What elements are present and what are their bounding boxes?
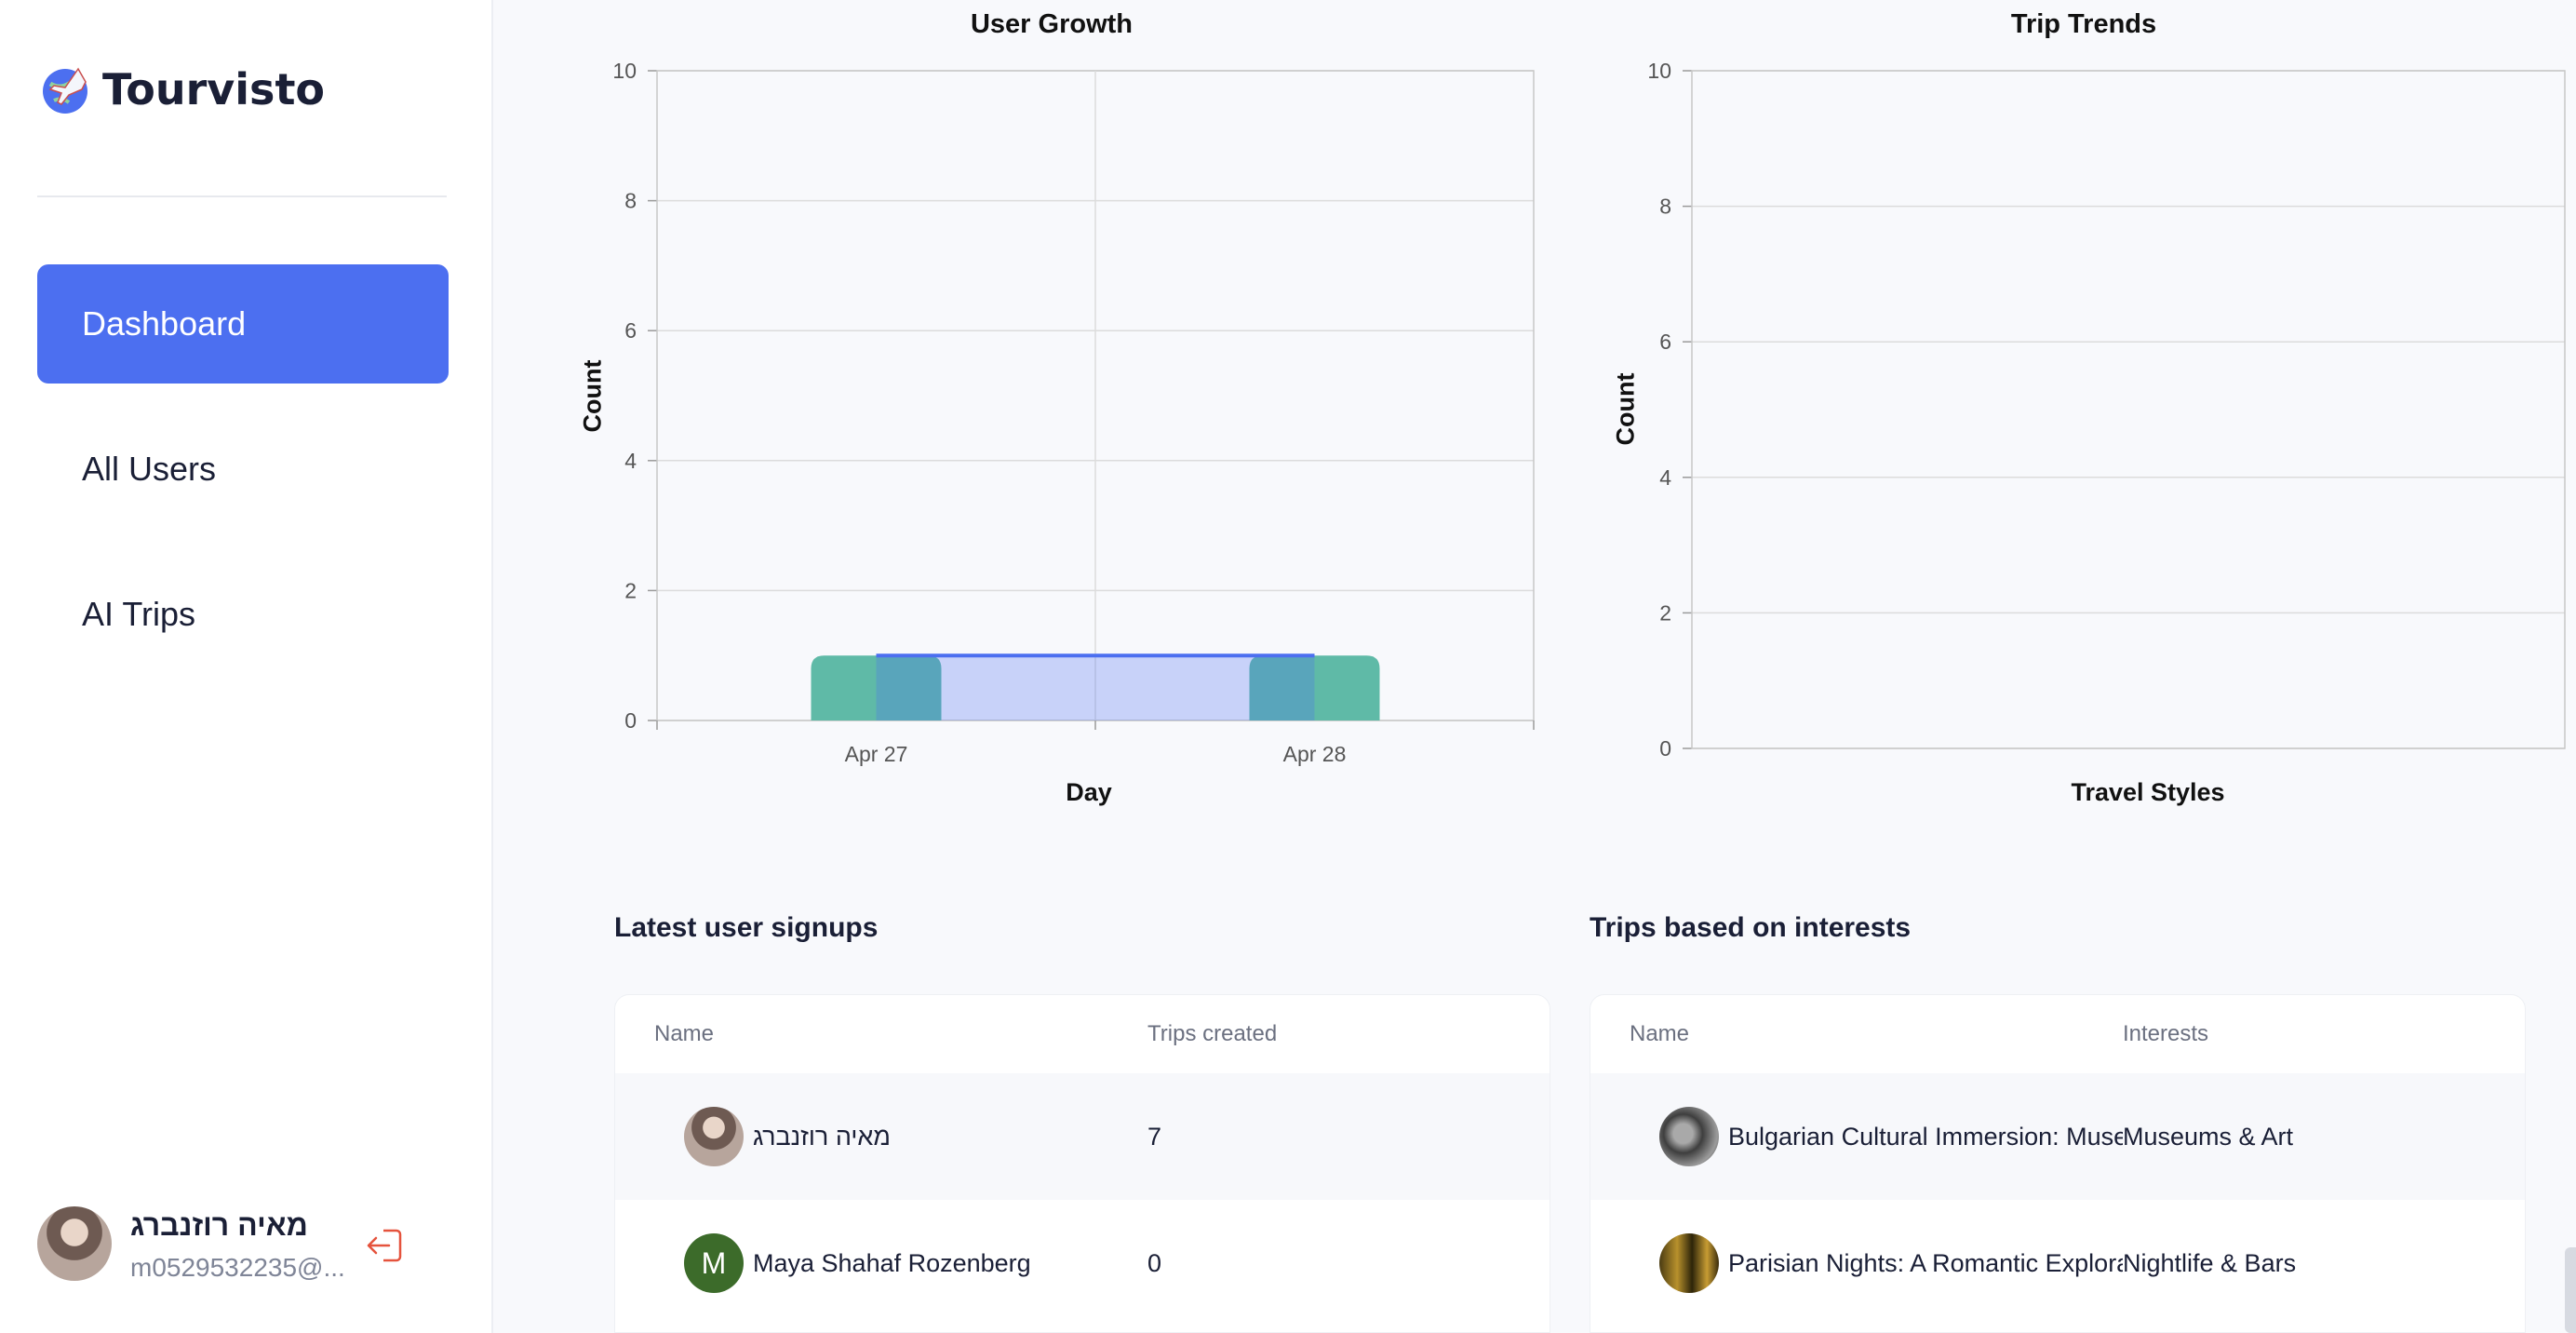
column-header-name[interactable]: Name	[1590, 1021, 2123, 1047]
interest-value: Nightlife & Bars	[2123, 1248, 2297, 1277]
y-axis-label: Count	[578, 359, 607, 433]
interest-value: Museums & Art	[2123, 1122, 2294, 1151]
y-tick-label: 4	[1659, 465, 1671, 490]
brand[interactable]: Tourvisto	[37, 61, 325, 117]
y-axis-label: Count	[1611, 372, 1640, 446]
brand-name: Tourvisto	[102, 64, 326, 114]
avatar[interactable]	[37, 1206, 112, 1281]
logout-icon[interactable]	[365, 1225, 406, 1266]
sidebar-item-label: All Users	[82, 450, 217, 488]
trips-created-value: 0	[1147, 1248, 1162, 1277]
y-tick-label: 6	[1659, 330, 1671, 354]
trip-thumbnail	[1659, 1233, 1719, 1293]
signups-section-title: Latest user signups	[614, 912, 879, 943]
user-growth-chart: User Growth 0 2 4 6 8 10 Apr 27 Apr 28 Count Da…	[558, 0, 1545, 819]
sidebar-item-dashboard[interactable]: Dashboard	[37, 264, 449, 384]
sidebar-item-label: AI Trips	[82, 595, 196, 633]
x-axis-label: Day	[1066, 778, 1112, 806]
user-growth-plot: 0 2 4 6 8 10 Apr 27 Apr 28	[612, 59, 1535, 766]
trip-trends-plot: 0 2 4 6 8 10	[1647, 59, 2566, 761]
y-tick-label: 6	[624, 318, 637, 343]
avatar	[684, 1107, 744, 1166]
plot-frame	[1691, 70, 2566, 749]
y-tick-label: 2	[1659, 600, 1671, 625]
sidebar-item-label: Dashboard	[82, 304, 247, 343]
trip-thumbnail	[1659, 1107, 1719, 1166]
trip-name: Parisian Nights: A Romantic Exploration	[1728, 1248, 2123, 1277]
trip-trends-chart: Trip Trends 0 2 4 6 8 10 Count Travel Styles	[1591, 0, 2576, 819]
sidebar-nav: Dashboard All Users AI Trips	[37, 264, 449, 700]
y-tick-label: 2	[624, 578, 637, 602]
y-tick-label: 10	[612, 59, 637, 83]
trips-section-title: Trips based on interests	[1590, 912, 1912, 943]
sidebar-item-ai-trips[interactable]: AI Trips	[37, 555, 449, 674]
y-tick-label: 8	[1659, 195, 1671, 219]
trip-name: Bulgarian Cultural Immersion: Museums an…	[1728, 1122, 2123, 1151]
column-header-name[interactable]: Name	[615, 1021, 1147, 1047]
y-tick-label: 0	[1659, 736, 1671, 761]
x-axis-label: Travel Styles	[2071, 778, 2225, 806]
area-fill	[876, 655, 1315, 720]
scrollbar[interactable]	[2565, 1247, 2576, 1333]
table-row[interactable]: מאיה רוזנברג 7	[615, 1073, 1550, 1200]
y-tick-label: 4	[624, 449, 637, 473]
airplane-globe-icon	[43, 67, 87, 114]
user-profile: מאיה רוזנברג m0529532235@...	[37, 1206, 465, 1285]
profile-name: מאיה רוזנברג	[130, 1208, 308, 1242]
avatar: M	[684, 1233, 744, 1293]
table-header: Name Trips created	[615, 995, 1550, 1073]
sidebar: Tourvisto Dashboard All Users AI Trips מ…	[0, 0, 493, 1333]
user-name: Maya Shahaf Rozenberg	[753, 1248, 1031, 1277]
table-row[interactable]: M Maya Shahaf Rozenberg 0	[615, 1200, 1550, 1326]
x-tick-label: Apr 28	[1283, 742, 1347, 766]
table-row[interactable]: Bulgarian Cultural Immersion: Museums an…	[1590, 1073, 2525, 1200]
column-header-interests[interactable]: Interests	[2123, 1021, 2525, 1047]
y-tick-label: 0	[624, 708, 637, 733]
signups-table: Name Trips created מאיה רוזנברג 7 M Maya…	[614, 994, 1550, 1333]
sidebar-item-all-users[interactable]: All Users	[37, 410, 449, 529]
divider	[37, 195, 447, 197]
table-row[interactable]: Parisian Nights: A Romantic Exploration …	[1590, 1200, 2525, 1326]
trips-table: Name Interests Bulgarian Cultural Immers…	[1590, 994, 2526, 1333]
trips-created-value: 7	[1147, 1122, 1162, 1151]
y-tick-label: 10	[1647, 59, 1671, 83]
y-tick-label: 8	[624, 189, 637, 213]
profile-email: m0529532235@...	[130, 1253, 345, 1282]
column-header-trips-created[interactable]: Trips created	[1147, 1021, 1550, 1047]
x-tick-label: Apr 27	[845, 742, 908, 766]
user-name: מאיה רוזנברג	[753, 1122, 891, 1151]
table-header: Name Interests	[1590, 995, 2525, 1073]
